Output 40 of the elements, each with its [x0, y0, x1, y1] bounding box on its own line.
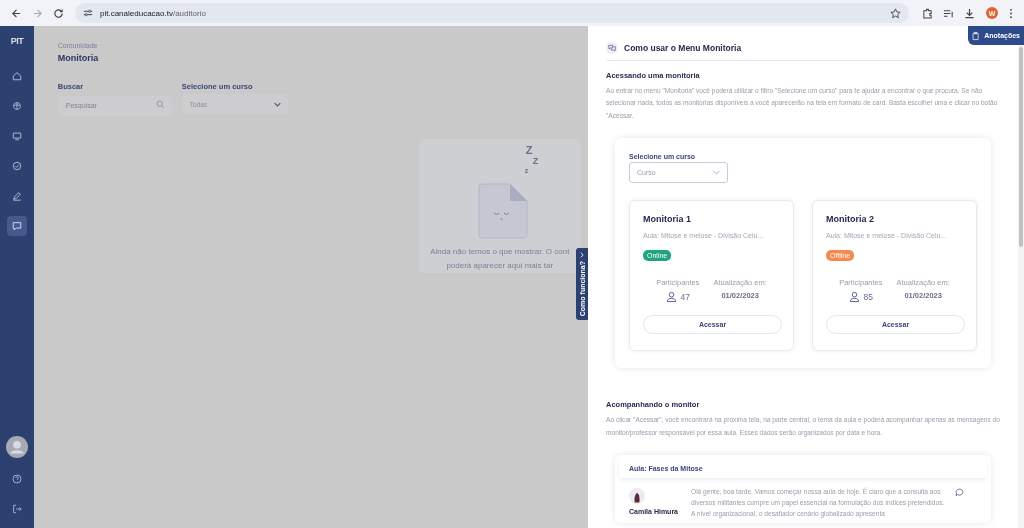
- sleep-mark: Z: [525, 145, 533, 156]
- participant-count: 85: [863, 291, 874, 302]
- star-icon[interactable]: [890, 7, 901, 19]
- more-icon[interactable]: [1009, 7, 1013, 19]
- site-settings-icon[interactable]: [83, 8, 93, 18]
- user-avatar[interactable]: [5, 436, 28, 458]
- card-title: Monitoria 2: [826, 214, 874, 225]
- chevron-down-icon: [273, 101, 281, 107]
- page-title: Monitoria: [57, 53, 100, 63]
- author-avatar: [629, 488, 645, 505]
- reply-bubble-icon[interactable]: [955, 488, 964, 498]
- home-icon: [11, 71, 22, 81]
- scrollbar[interactable]: [1018, 45, 1024, 528]
- participant-count: 47: [680, 291, 691, 302]
- card-title: Monitoria 1: [643, 214, 691, 225]
- download-icon[interactable]: [964, 7, 975, 19]
- panel-title: Como usar o Menu Monitoria: [624, 43, 742, 53]
- sidebar-item[interactable]: [6, 216, 27, 236]
- chevron-right-icon: [580, 252, 584, 258]
- reload-icon[interactable]: [53, 7, 64, 19]
- empty-state-message: poderá aparecer aqui mais tar: [446, 260, 554, 272]
- media-list-icon[interactable]: [943, 7, 954, 19]
- monitor-icon: [11, 131, 22, 141]
- person-icon: [848, 291, 860, 303]
- chat-icon: [11, 221, 22, 231]
- extension-icon[interactable]: [922, 7, 933, 19]
- sleep-mark: Z: [532, 157, 539, 166]
- logo: PIT: [10, 36, 24, 46]
- pen-icon: [11, 191, 22, 201]
- search-icon: [155, 100, 165, 109]
- address-bar[interactable]: pit.canaleducacao.tv/auditorio: [75, 3, 909, 23]
- clipboard-icon: [972, 30, 980, 41]
- brain-icon: [11, 101, 22, 111]
- chat-bubbles-icon: [606, 42, 618, 54]
- person-icon: [665, 291, 677, 303]
- logout-icon[interactable]: [11, 504, 22, 514]
- back-icon[interactable]: [11, 7, 22, 19]
- chevron-down-icon: [713, 170, 720, 176]
- help-icon[interactable]: [11, 474, 22, 484]
- check-circle-icon: [11, 161, 22, 171]
